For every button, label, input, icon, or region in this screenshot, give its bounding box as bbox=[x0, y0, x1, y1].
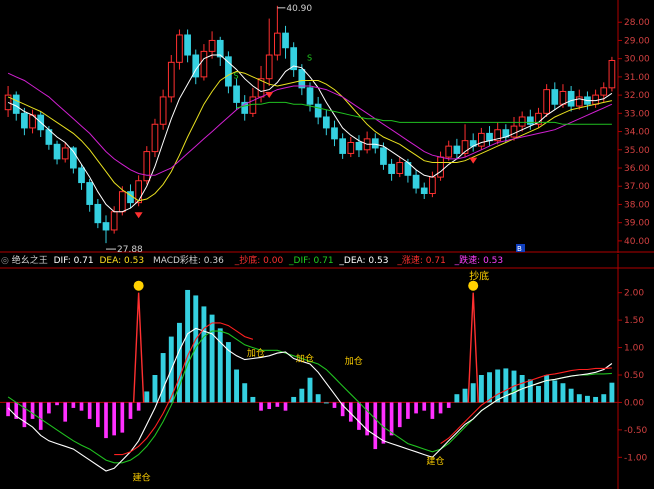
macd-bar bbox=[307, 377, 313, 403]
macd-bar bbox=[201, 306, 207, 403]
macd-bar bbox=[30, 402, 35, 419]
macd-bar bbox=[144, 391, 150, 403]
macd-bar bbox=[112, 402, 116, 436]
macd-bar bbox=[576, 394, 582, 403]
chaodi-label: 抄底 bbox=[469, 270, 489, 283]
dea-rising-line bbox=[440, 367, 612, 445]
jiancang-label: 建仓 bbox=[133, 472, 151, 484]
macd-bar bbox=[160, 353, 166, 403]
macd-bar bbox=[422, 402, 427, 411]
macd-bar bbox=[152, 375, 158, 403]
macd-bar bbox=[299, 388, 305, 403]
macd-bar bbox=[87, 402, 92, 419]
macd-bar bbox=[63, 402, 68, 422]
macd-bar bbox=[242, 383, 248, 403]
macd-bar bbox=[397, 402, 402, 428]
macd-bar bbox=[234, 369, 240, 403]
macd-bar bbox=[560, 383, 566, 403]
indicator-tick-label: -0.50 bbox=[624, 426, 648, 436]
macd-bar bbox=[291, 396, 297, 403]
macd-bar bbox=[217, 328, 223, 403]
macd-bar bbox=[315, 394, 321, 403]
macd-bar bbox=[79, 402, 84, 411]
macd-bar bbox=[275, 402, 280, 407]
macd-bar bbox=[104, 402, 108, 439]
macd-bar bbox=[446, 402, 451, 408]
macd-bar bbox=[430, 402, 435, 419]
jiacang-label: 加仓 bbox=[345, 355, 363, 367]
macd-bar bbox=[544, 375, 550, 403]
indicator-tick-label: 2.00 bbox=[624, 289, 644, 299]
smiley-icon bbox=[133, 280, 144, 291]
macd-bar bbox=[406, 402, 410, 419]
macd-bar bbox=[332, 402, 337, 408]
chaodi-spike-line bbox=[132, 292, 145, 403]
macd-bar bbox=[527, 379, 533, 403]
macd-bar bbox=[250, 396, 256, 403]
macd-bar bbox=[47, 402, 51, 414]
macd-bar bbox=[414, 402, 418, 414]
macd-bar bbox=[38, 402, 43, 430]
macd-bar bbox=[568, 388, 574, 403]
macd-bar bbox=[209, 314, 215, 403]
indicator-tick-label: -1.00 bbox=[624, 453, 648, 463]
macd-bar bbox=[478, 375, 484, 403]
macd-bar bbox=[120, 402, 125, 433]
macd-bar bbox=[357, 402, 361, 430]
macd-bar bbox=[267, 402, 272, 410]
macd-bar bbox=[601, 394, 607, 403]
macd-bar bbox=[609, 382, 615, 403]
macd-bar bbox=[71, 402, 76, 408]
macd-bar bbox=[454, 394, 460, 403]
macd-bar bbox=[503, 368, 509, 403]
stock-chart-window: 40.00 39.00 38.00 37.00 36.00 35.00 34.00 33.00… bbox=[0, 0, 654, 489]
indicator-tick-label: 0.00 bbox=[624, 398, 644, 408]
macd-bar bbox=[584, 395, 590, 403]
macd-bar bbox=[495, 369, 501, 403]
macd-bar bbox=[462, 388, 468, 403]
indicator-chart[interactable]: 2.001.501.000.500.00-0.50-1.00抄底建仓建仓加仓加仓… bbox=[0, 0, 654, 489]
macd-bar bbox=[552, 380, 558, 403]
jiacang-label: 加仓 bbox=[296, 352, 314, 364]
macd-bar bbox=[389, 402, 394, 436]
macd-bar bbox=[259, 402, 263, 411]
jiacang-label: 加仓 bbox=[247, 347, 265, 359]
macd-bar bbox=[136, 402, 141, 411]
macd-bar bbox=[22, 402, 27, 428]
indicator-tick-label: 0.50 bbox=[624, 371, 644, 381]
macd-bar bbox=[323, 402, 329, 404]
macd-bar bbox=[381, 402, 386, 444]
macd-bar bbox=[128, 402, 133, 419]
macd-bar bbox=[593, 396, 599, 403]
indicator-tick-label: 1.00 bbox=[624, 344, 644, 354]
macd-bar bbox=[55, 402, 59, 406]
macd-bar bbox=[470, 383, 476, 403]
indicator-tick-label: 1.50 bbox=[624, 316, 644, 326]
jiancang-label: 建仓 bbox=[426, 455, 444, 467]
macd-bar bbox=[438, 402, 443, 414]
macd-bar bbox=[373, 402, 378, 450]
macd-bar bbox=[193, 295, 199, 403]
macd-bar bbox=[536, 385, 541, 403]
macd-bar bbox=[96, 402, 100, 428]
macd-bar bbox=[283, 402, 288, 411]
macd-bar bbox=[185, 289, 191, 403]
